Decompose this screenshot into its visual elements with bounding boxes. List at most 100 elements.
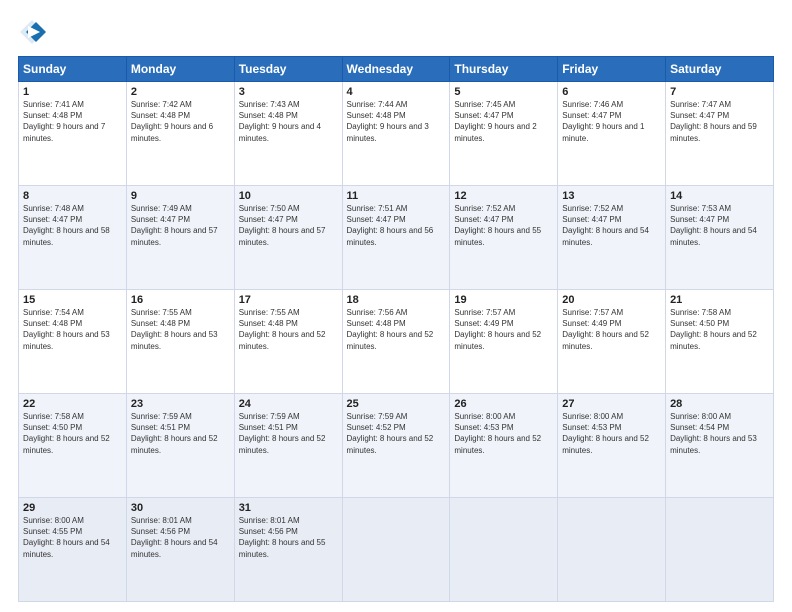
sunset-label: Sunset: 4:48 PM xyxy=(131,319,190,328)
day-info: Sunrise: 7:57 AM Sunset: 4:49 PM Dayligh… xyxy=(454,307,553,352)
sunset-label: Sunset: 4:48 PM xyxy=(23,319,82,328)
day-info: Sunrise: 7:46 AM Sunset: 4:47 PM Dayligh… xyxy=(562,99,661,144)
calendar-cell: 28 Sunrise: 8:00 AM Sunset: 4:54 PM Dayl… xyxy=(666,394,774,498)
calendar-cell: 6 Sunrise: 7:46 AM Sunset: 4:47 PM Dayli… xyxy=(558,82,666,186)
day-info: Sunrise: 7:59 AM Sunset: 4:52 PM Dayligh… xyxy=(347,411,446,456)
day-info: Sunrise: 7:51 AM Sunset: 4:47 PM Dayligh… xyxy=(347,203,446,248)
daylight-label: Daylight: 9 hours and 1 minute. xyxy=(562,122,644,142)
calendar-cell: 26 Sunrise: 8:00 AM Sunset: 4:53 PM Dayl… xyxy=(450,394,558,498)
day-number: 13 xyxy=(562,190,661,202)
sunset-label: Sunset: 4:48 PM xyxy=(131,111,190,120)
sunrise-label: Sunrise: 7:54 AM xyxy=(23,308,84,317)
calendar-cell: 15 Sunrise: 7:54 AM Sunset: 4:48 PM Dayl… xyxy=(19,290,127,394)
sunset-label: Sunset: 4:49 PM xyxy=(454,319,513,328)
calendar-cell: 10 Sunrise: 7:50 AM Sunset: 4:47 PM Dayl… xyxy=(234,186,342,290)
sunrise-label: Sunrise: 7:51 AM xyxy=(347,204,408,213)
sunset-label: Sunset: 4:48 PM xyxy=(23,111,82,120)
day-number: 21 xyxy=(670,294,769,306)
day-info: Sunrise: 7:54 AM Sunset: 4:48 PM Dayligh… xyxy=(23,307,122,352)
day-number: 27 xyxy=(562,398,661,410)
calendar-cell: 4 Sunrise: 7:44 AM Sunset: 4:48 PM Dayli… xyxy=(342,82,450,186)
daylight-label: Daylight: 9 hours and 4 minutes. xyxy=(239,122,321,142)
sunset-label: Sunset: 4:50 PM xyxy=(23,423,82,432)
daylight-label: Daylight: 8 hours and 52 minutes. xyxy=(670,330,757,350)
sunset-label: Sunset: 4:47 PM xyxy=(347,215,406,224)
weekday-header: Wednesday xyxy=(342,57,450,82)
daylight-label: Daylight: 8 hours and 52 minutes. xyxy=(131,434,218,454)
sunrise-label: Sunrise: 7:55 AM xyxy=(131,308,192,317)
sunrise-label: Sunrise: 7:59 AM xyxy=(347,412,408,421)
sunset-label: Sunset: 4:48 PM xyxy=(239,319,298,328)
calendar-cell: 29 Sunrise: 8:00 AM Sunset: 4:55 PM Dayl… xyxy=(19,498,127,602)
day-number: 23 xyxy=(131,398,230,410)
day-number: 15 xyxy=(23,294,122,306)
weekday-header: Tuesday xyxy=(234,57,342,82)
sunset-label: Sunset: 4:47 PM xyxy=(562,111,621,120)
daylight-label: Daylight: 8 hours and 52 minutes. xyxy=(562,330,649,350)
weekday-header: Sunday xyxy=(19,57,127,82)
weekday-header: Thursday xyxy=(450,57,558,82)
day-number: 31 xyxy=(239,502,338,514)
sunset-label: Sunset: 4:47 PM xyxy=(239,215,298,224)
sunset-label: Sunset: 4:52 PM xyxy=(347,423,406,432)
sunrise-label: Sunrise: 7:42 AM xyxy=(131,100,192,109)
day-info: Sunrise: 7:59 AM Sunset: 4:51 PM Dayligh… xyxy=(131,411,230,456)
day-number: 24 xyxy=(239,398,338,410)
day-number: 12 xyxy=(454,190,553,202)
day-info: Sunrise: 7:53 AM Sunset: 4:47 PM Dayligh… xyxy=(670,203,769,248)
sunset-label: Sunset: 4:56 PM xyxy=(239,527,298,536)
day-info: Sunrise: 7:56 AM Sunset: 4:48 PM Dayligh… xyxy=(347,307,446,352)
daylight-label: Daylight: 8 hours and 54 minutes. xyxy=(23,538,110,558)
logo-icon xyxy=(18,18,46,46)
daylight-label: Daylight: 8 hours and 53 minutes. xyxy=(23,330,110,350)
daylight-label: Daylight: 8 hours and 59 minutes. xyxy=(670,122,757,142)
calendar-cell: 13 Sunrise: 7:52 AM Sunset: 4:47 PM Dayl… xyxy=(558,186,666,290)
sunrise-label: Sunrise: 7:56 AM xyxy=(347,308,408,317)
daylight-label: Daylight: 9 hours and 2 minutes. xyxy=(454,122,536,142)
daylight-label: Daylight: 8 hours and 58 minutes. xyxy=(23,226,110,246)
day-info: Sunrise: 7:55 AM Sunset: 4:48 PM Dayligh… xyxy=(131,307,230,352)
calendar-cell: 9 Sunrise: 7:49 AM Sunset: 4:47 PM Dayli… xyxy=(126,186,234,290)
weekday-header-row: SundayMondayTuesdayWednesdayThursdayFrid… xyxy=(19,57,774,82)
sunrise-label: Sunrise: 7:46 AM xyxy=(562,100,623,109)
day-number: 8 xyxy=(23,190,122,202)
calendar-cell: 11 Sunrise: 7:51 AM Sunset: 4:47 PM Dayl… xyxy=(342,186,450,290)
sunrise-label: Sunrise: 7:53 AM xyxy=(670,204,731,213)
sunrise-label: Sunrise: 7:45 AM xyxy=(454,100,515,109)
sunrise-label: Sunrise: 7:52 AM xyxy=(562,204,623,213)
calendar-cell: 31 Sunrise: 8:01 AM Sunset: 4:56 PM Dayl… xyxy=(234,498,342,602)
sunset-label: Sunset: 4:53 PM xyxy=(562,423,621,432)
day-info: Sunrise: 7:43 AM Sunset: 4:48 PM Dayligh… xyxy=(239,99,338,144)
sunrise-label: Sunrise: 7:48 AM xyxy=(23,204,84,213)
sunset-label: Sunset: 4:48 PM xyxy=(347,111,406,120)
calendar-cell: 24 Sunrise: 7:59 AM Sunset: 4:51 PM Dayl… xyxy=(234,394,342,498)
sunset-label: Sunset: 4:47 PM xyxy=(131,215,190,224)
day-info: Sunrise: 7:47 AM Sunset: 4:47 PM Dayligh… xyxy=(670,99,769,144)
day-info: Sunrise: 7:50 AM Sunset: 4:47 PM Dayligh… xyxy=(239,203,338,248)
calendar-cell: 27 Sunrise: 8:00 AM Sunset: 4:53 PM Dayl… xyxy=(558,394,666,498)
day-number: 18 xyxy=(347,294,446,306)
day-info: Sunrise: 7:58 AM Sunset: 4:50 PM Dayligh… xyxy=(23,411,122,456)
daylight-label: Daylight: 8 hours and 54 minutes. xyxy=(670,226,757,246)
day-info: Sunrise: 7:55 AM Sunset: 4:48 PM Dayligh… xyxy=(239,307,338,352)
calendar-cell: 18 Sunrise: 7:56 AM Sunset: 4:48 PM Dayl… xyxy=(342,290,450,394)
calendar-cell: 19 Sunrise: 7:57 AM Sunset: 4:49 PM Dayl… xyxy=(450,290,558,394)
daylight-label: Daylight: 8 hours and 52 minutes. xyxy=(454,434,541,454)
calendar-cell: 25 Sunrise: 7:59 AM Sunset: 4:52 PM Dayl… xyxy=(342,394,450,498)
calendar-cell: 12 Sunrise: 7:52 AM Sunset: 4:47 PM Dayl… xyxy=(450,186,558,290)
day-number: 6 xyxy=(562,86,661,98)
daylight-label: Daylight: 8 hours and 52 minutes. xyxy=(454,330,541,350)
weekday-header: Monday xyxy=(126,57,234,82)
sunrise-label: Sunrise: 7:55 AM xyxy=(239,308,300,317)
day-number: 26 xyxy=(454,398,553,410)
day-info: Sunrise: 7:42 AM Sunset: 4:48 PM Dayligh… xyxy=(131,99,230,144)
daylight-label: Daylight: 8 hours and 52 minutes. xyxy=(239,330,326,350)
daylight-label: Daylight: 9 hours and 3 minutes. xyxy=(347,122,429,142)
day-number: 2 xyxy=(131,86,230,98)
daylight-label: Daylight: 8 hours and 57 minutes. xyxy=(239,226,326,246)
calendar-cell xyxy=(342,498,450,602)
calendar-cell: 23 Sunrise: 7:59 AM Sunset: 4:51 PM Dayl… xyxy=(126,394,234,498)
calendar-cell: 2 Sunrise: 7:42 AM Sunset: 4:48 PM Dayli… xyxy=(126,82,234,186)
day-info: Sunrise: 7:57 AM Sunset: 4:49 PM Dayligh… xyxy=(562,307,661,352)
day-number: 5 xyxy=(454,86,553,98)
